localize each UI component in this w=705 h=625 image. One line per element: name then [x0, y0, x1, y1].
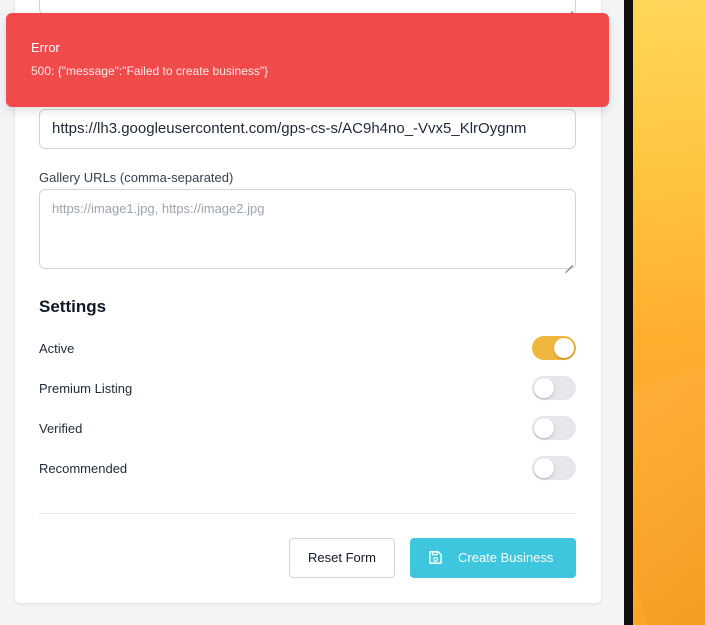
toggle-row-premium: Premium Listing [39, 376, 576, 402]
error-toast[interactable]: Error 500: {"message":"Failed to create … [6, 13, 609, 107]
toggle-row-verified: Verified [39, 416, 576, 442]
verified-toggle[interactable] [532, 416, 576, 440]
toast-title: Error [31, 40, 60, 55]
reset-form-button[interactable]: Reset Form [289, 538, 395, 578]
create-business-label: Create Business [458, 550, 554, 565]
toast-message: 500: {"message":"Failed to create busine… [31, 64, 269, 78]
toggle-label-verified: Verified [39, 421, 83, 436]
active-toggle[interactable] [532, 336, 576, 360]
premium-listing-toggle[interactable] [532, 376, 576, 400]
toggle-label-recommended: Recommended [39, 461, 128, 476]
toggle-knob [534, 418, 554, 438]
gallery-urls-placeholder: https://image1.jpg, https://image2.jpg [52, 201, 265, 216]
toggle-row-active: Active [39, 336, 576, 362]
toggle-knob [534, 458, 554, 478]
resize-handle-icon[interactable] [565, 258, 573, 266]
toggle-row-recommended: Recommended [39, 456, 576, 482]
toggle-knob [534, 378, 554, 398]
create-business-button[interactable]: Create Business [410, 538, 576, 578]
wallpaper-wave [633, 364, 705, 625]
resize-handle-icon[interactable] [565, 4, 573, 12]
recommended-toggle[interactable] [532, 456, 576, 480]
gallery-urls-textarea[interactable]: https://image1.jpg, https://image2.jpg [39, 189, 576, 269]
toggle-label-active: Active [39, 341, 75, 356]
image-url-input[interactable]: https://lh3.googleusercontent.com/gps-cs… [39, 109, 576, 149]
gallery-urls-label: Gallery URLs (comma-separated) [39, 170, 234, 185]
save-icon [429, 551, 442, 564]
desktop-wallpaper [633, 0, 705, 625]
form-divider [39, 513, 576, 514]
window-edge [624, 0, 633, 625]
toggle-label-premium: Premium Listing [39, 381, 133, 396]
settings-heading: Settings [39, 297, 107, 316]
toggle-knob [554, 338, 574, 358]
